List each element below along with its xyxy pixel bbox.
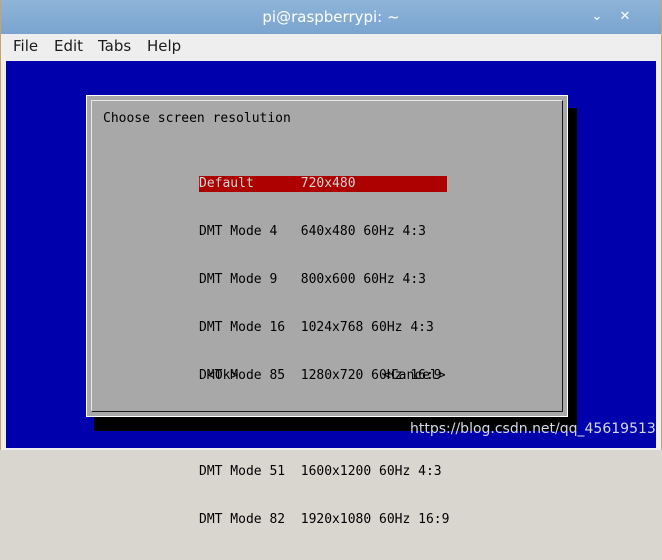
menu-help[interactable]: Help (147, 37, 181, 55)
close-button[interactable]: ✕ (615, 6, 635, 26)
resolution-dialog: Choose screen resolution Default 720x480… (86, 95, 568, 527)
ok-button[interactable]: <Ok> (207, 368, 238, 384)
resolution-option-dmt16[interactable]: DMT Mode 16 1024x768 60Hz 4:3 (199, 320, 447, 336)
window-title: pi@raspberrypi: ~ (262, 8, 400, 26)
resolution-list: Default 720x480 DMT Mode 4 640x480 60Hz … (199, 144, 449, 560)
resolution-option-dmt51[interactable]: DMT Mode 51 1600x1200 60Hz 4:3 (199, 464, 447, 480)
close-icon: ✕ (619, 8, 631, 24)
menu-edit[interactable]: Edit (54, 37, 83, 55)
resolution-option-default[interactable]: Default 720x480 (199, 176, 447, 192)
chevron-down-icon: ⌄ (591, 8, 603, 24)
resolution-option-dmt82[interactable]: DMT Mode 82 1920x1080 60Hz 16:9 (199, 512, 449, 528)
title-bar[interactable]: pi@raspberrypi: ~ ⌄ ✕ (1, 0, 661, 34)
dialog-prompt: Choose screen resolution (103, 111, 291, 126)
menu-bar: File Edit Tabs Help (1, 34, 661, 60)
watermark-text: https://blog.csdn.net/qq_45619513 (410, 421, 656, 437)
terminal-window: pi@raspberrypi: ~ ⌄ ✕ File Edit Tabs Hel… (0, 0, 662, 527)
menu-file[interactable]: File (13, 37, 38, 55)
minimize-button[interactable]: ⌄ (587, 6, 607, 26)
resolution-option-dmt9[interactable]: DMT Mode 9 800x600 60Hz 4:3 (199, 272, 447, 288)
resolution-option-dmt4[interactable]: DMT Mode 4 640x480 60Hz 4:3 (199, 224, 447, 240)
menu-tabs[interactable]: Tabs (98, 37, 131, 55)
cancel-button[interactable]: <Cancel> (383, 368, 446, 384)
